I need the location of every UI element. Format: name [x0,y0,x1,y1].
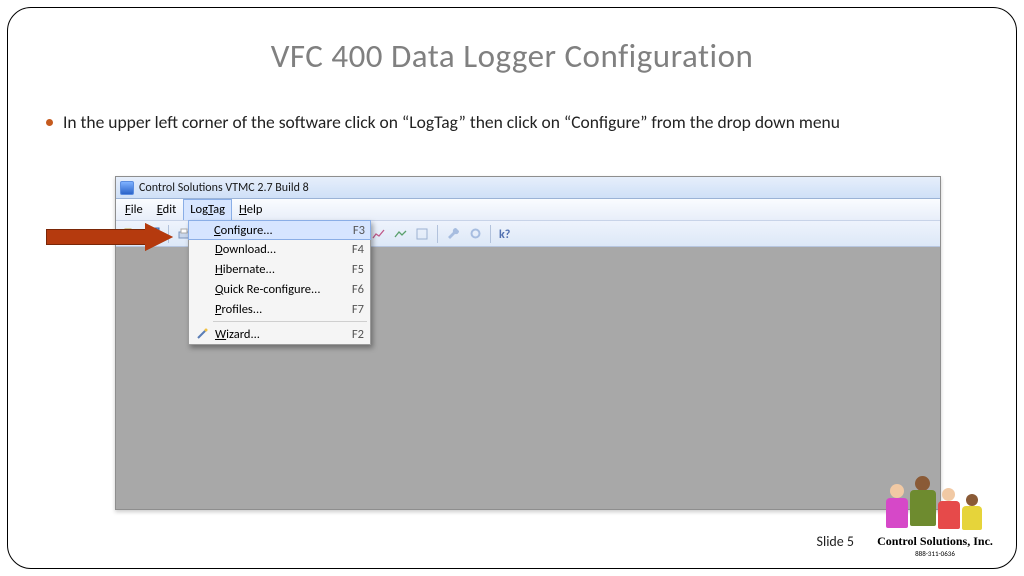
download-icon [193,241,211,257]
menu-item-label: Quick Re-configure... [215,282,344,297]
slide-number: Slide 5 [817,533,854,550]
callout-arrow [46,224,174,250]
window-titlebar[interactable]: Control Solutions VTMC 2.7 Build 8 [116,177,940,199]
menu-item-label: Configure... [214,223,345,238]
menu-help[interactable]: Help [232,199,269,220]
app-icon [120,181,134,195]
menu-item-shortcut: F4 [344,242,364,257]
menu-item-profiles[interactable]: Profiles... F7 [189,299,370,319]
menu-item-shortcut: F3 [345,223,365,238]
toolbar-chart-icon[interactable] [368,224,388,244]
bullet-text: In the upper left corner of the software… [63,112,840,134]
logtag-dropdown: Configure... F3 Download... F4 Hibernate… [188,220,371,345]
menu-item-shortcut: F6 [344,282,364,297]
menu-item-hibernate[interactable]: Hibernate... F5 [189,259,370,279]
toolbar-separator [437,225,438,243]
quick-icon [193,281,211,297]
toolbar-help-icon[interactable]: k? [496,224,516,244]
menu-item-label: Profiles... [215,302,344,317]
menu-separator [213,321,367,322]
menu-item-configure[interactable]: Configure... F3 [188,220,371,240]
menu-edit[interactable]: Edit [150,199,184,220]
window-title: Control Solutions VTMC 2.7 Build 8 [139,181,309,195]
configure-icon [192,222,210,238]
slide-title: VFC 400 Data Logger Configuration [8,36,1016,76]
toolbar-chart2-icon[interactable] [390,224,410,244]
app-window: Control Solutions VTMC 2.7 Build 8 File … [115,176,941,510]
brand-illustration [876,478,994,534]
slide-frame: VFC 400 Data Logger Configuration In the… [7,7,1017,569]
brand-name: Control Solutions, Inc. [876,534,994,549]
wizard-icon [193,326,211,342]
toolbar-generic-icon[interactable] [412,224,432,244]
arrow-shaft [46,229,146,245]
menu-help-rest: elp [247,202,263,217]
svg-text:k?: k? [499,228,511,240]
menu-item-quick-reconfigure[interactable]: Quick Re-configure... F6 [189,279,370,299]
brand-phone: 888-311-0636 [876,549,994,558]
menu-file-rest: ile [131,202,143,217]
menu-item-shortcut: F5 [344,262,364,277]
bullet-marker [46,119,53,126]
menu-item-download[interactable]: Download... F4 [189,239,370,259]
menu-item-label: Wizard... [215,327,344,342]
profiles-icon [193,301,211,317]
menu-item-label: Download... [215,242,344,257]
arrow-head-icon [145,223,173,251]
menu-item-shortcut: F7 [344,302,364,317]
menu-item-wizard[interactable]: Wizard... F2 [189,324,370,344]
hibernate-icon [193,261,211,277]
brand-block: Control Solutions, Inc. 888-311-0636 [876,478,994,558]
toolbar-separator [490,225,491,243]
menu-logtag[interactable]: LogTag [183,199,232,220]
menu-item-shortcut: F2 [344,327,364,342]
bullet-item: In the upper left corner of the software… [46,112,966,134]
menu-item-label: Hibernate... [215,262,344,277]
toolbar-wrench-icon[interactable] [443,224,463,244]
menu-file[interactable]: File [118,199,150,220]
toolbar-gear-icon[interactable] [465,224,485,244]
menu-edit-rest: dit [163,202,177,217]
menu-logtag-text: LogTag [190,202,225,217]
menubar: File Edit LogTag Help [116,199,940,221]
